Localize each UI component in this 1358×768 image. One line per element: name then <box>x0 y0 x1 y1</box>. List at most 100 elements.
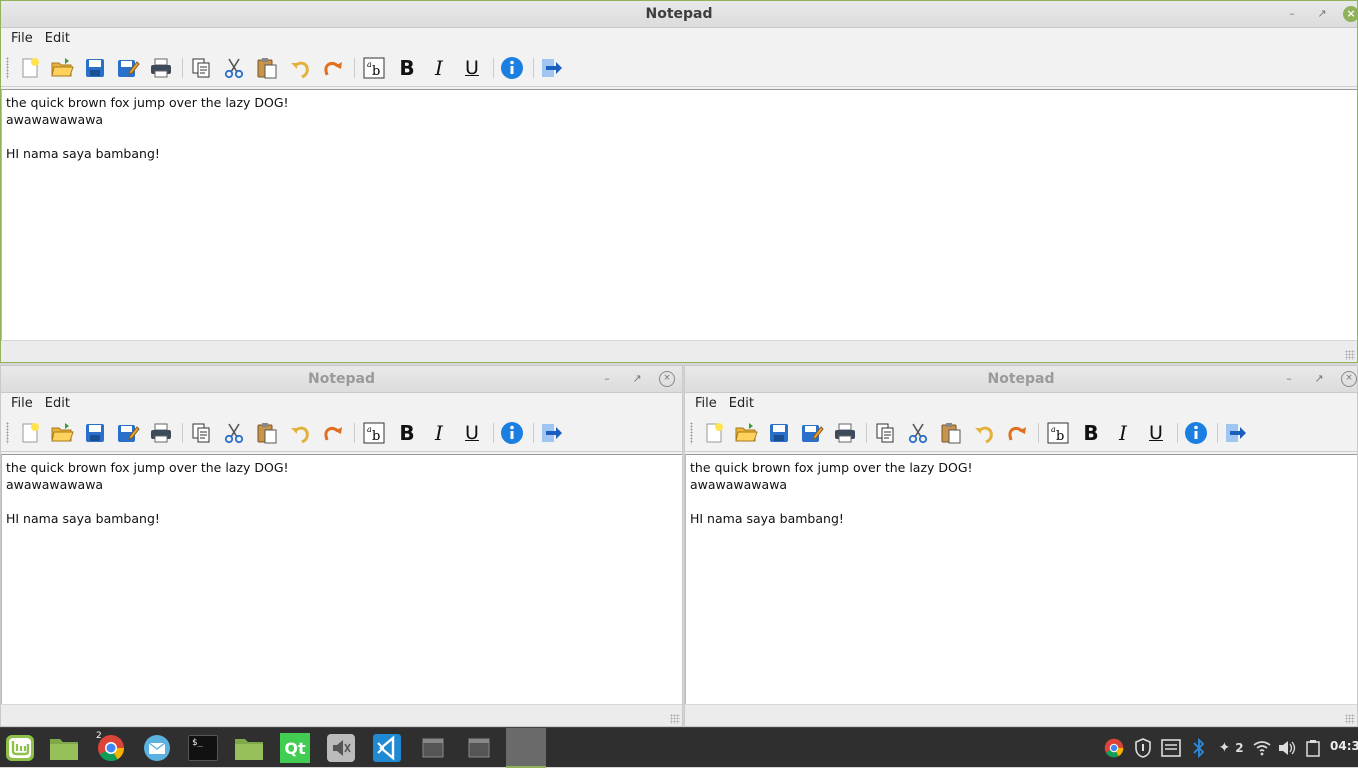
paste-button[interactable] <box>938 421 964 445</box>
redo-button[interactable] <box>320 421 346 445</box>
tray-chrome[interactable] <box>1104 738 1124 758</box>
undo-button[interactable] <box>287 421 313 445</box>
font-button[interactable]: ab <box>361 421 387 445</box>
menu-edit[interactable]: Edit <box>39 31 76 46</box>
new-file-button[interactable] <box>17 56 43 80</box>
taskbar-window-1[interactable] <box>416 732 450 764</box>
taskbar-window-2[interactable] <box>462 732 496 764</box>
save-as-button[interactable] <box>799 421 825 445</box>
minimize-button[interactable]: – <box>599 371 615 387</box>
paste-button[interactable] <box>254 421 280 445</box>
text-editor[interactable]: the quick brown fox jump over the lazy D… <box>685 454 1357 706</box>
tray-update[interactable] <box>1133 738 1153 758</box>
menu-button[interactable] <box>3 732 37 764</box>
tray-clipboard[interactable] <box>1303 738 1323 758</box>
minimize-button[interactable]: – <box>1281 371 1297 387</box>
print-button[interactable] <box>832 421 858 445</box>
taskbar-sound[interactable] <box>324 732 358 764</box>
undo-button[interactable] <box>971 421 997 445</box>
maximize-button[interactable]: ↗ <box>1314 6 1330 22</box>
underline-button[interactable]: U <box>459 56 485 80</box>
about-button[interactable] <box>1183 421 1209 445</box>
exit-button[interactable] <box>539 56 565 80</box>
font-button[interactable]: ab <box>361 56 387 80</box>
text-editor[interactable]: the quick brown fox jump over the lazy D… <box>1 89 1357 341</box>
clock[interactable]: 04:33 <box>1330 739 1358 753</box>
paste-button[interactable] <box>254 56 280 80</box>
new-file-button[interactable] <box>17 421 43 445</box>
tray-bluetooth[interactable] <box>1189 738 1209 758</box>
copy-button[interactable] <box>188 56 214 80</box>
close-button[interactable]: × <box>1341 371 1357 387</box>
redo-icon <box>324 62 342 76</box>
printer-icon <box>835 423 855 443</box>
window-icon <box>422 738 444 758</box>
new-file-icon <box>706 423 723 443</box>
taskbar-window-active[interactable] <box>506 728 546 768</box>
menu-edit[interactable]: Edit <box>39 396 76 411</box>
print-button[interactable] <box>148 421 174 445</box>
cut-button[interactable] <box>905 421 931 445</box>
toolbar-separator <box>493 423 494 443</box>
size-grip-icon[interactable] <box>670 714 680 724</box>
taskbar-vscode[interactable] <box>370 732 404 764</box>
menu-file[interactable]: File <box>689 396 723 411</box>
bold-button[interactable]: B <box>1078 421 1104 445</box>
cut-button[interactable] <box>221 56 247 80</box>
open-file-button[interactable] <box>733 421 759 445</box>
bold-button[interactable]: B <box>394 421 420 445</box>
menu-edit[interactable]: Edit <box>723 396 760 411</box>
italic-button[interactable]: I <box>1110 421 1136 445</box>
undo-button[interactable] <box>287 56 313 80</box>
cut-button[interactable] <box>221 421 247 445</box>
maximize-button[interactable]: ↗ <box>1311 371 1327 387</box>
taskbar-mail[interactable] <box>140 732 174 764</box>
taskbar-files[interactable] <box>47 732 81 764</box>
titlebar[interactable]: Notepad – ↗ × <box>685 366 1357 393</box>
open-file-button[interactable] <box>49 421 75 445</box>
open-file-button[interactable] <box>49 56 75 80</box>
italic-button[interactable]: I <box>426 421 452 445</box>
taskbar-terminal[interactable]: $_ <box>186 732 220 764</box>
save-button[interactable] <box>82 421 108 445</box>
titlebar[interactable]: Notepad – ↗ × <box>1 1 1357 28</box>
minimize-button[interactable]: – <box>1284 6 1300 22</box>
save-button[interactable] <box>766 421 792 445</box>
close-button[interactable]: × <box>1343 6 1357 22</box>
tray-notes[interactable] <box>1161 738 1181 758</box>
new-file-button[interactable] <box>701 421 727 445</box>
save-as-button[interactable] <box>115 56 141 80</box>
exit-button[interactable] <box>539 421 565 445</box>
underline-button[interactable]: U <box>1143 421 1169 445</box>
toolbar-grip-icon[interactable] <box>6 422 9 444</box>
print-button[interactable] <box>148 56 174 80</box>
exit-button[interactable] <box>1223 421 1249 445</box>
underline-button[interactable]: U <box>459 421 485 445</box>
tray-volume[interactable] <box>1277 738 1297 758</box>
about-button[interactable] <box>499 56 525 80</box>
about-button[interactable] <box>499 421 525 445</box>
font-button[interactable]: ab <box>1045 421 1071 445</box>
maximize-button[interactable]: ↗ <box>629 371 645 387</box>
copy-button[interactable] <box>872 421 898 445</box>
save-as-button[interactable] <box>115 421 141 445</box>
tray-notifications[interactable]: ✦ 2 <box>1214 738 1248 758</box>
bold-button[interactable]: B <box>394 56 420 80</box>
taskbar-nemo[interactable] <box>232 732 266 764</box>
menu-file[interactable]: File <box>5 396 39 411</box>
redo-button[interactable] <box>320 56 346 80</box>
menu-file[interactable]: File <box>5 31 39 46</box>
tray-network[interactable] <box>1252 738 1272 758</box>
text-editor[interactable]: the quick brown fox jump over the lazy D… <box>1 454 682 706</box>
italic-button[interactable]: I <box>426 56 452 80</box>
close-button[interactable]: × <box>659 371 675 387</box>
taskbar-qt[interactable]: Qt <box>278 732 312 764</box>
save-button[interactable] <box>82 56 108 80</box>
titlebar[interactable]: Notepad – ↗ × <box>1 366 682 393</box>
redo-button[interactable] <box>1004 421 1030 445</box>
copy-button[interactable] <box>188 421 214 445</box>
size-grip-icon[interactable] <box>1345 714 1355 724</box>
toolbar-grip-icon[interactable] <box>6 57 9 79</box>
size-grip-icon[interactable] <box>1345 350 1355 360</box>
toolbar-grip-icon[interactable] <box>690 422 693 444</box>
